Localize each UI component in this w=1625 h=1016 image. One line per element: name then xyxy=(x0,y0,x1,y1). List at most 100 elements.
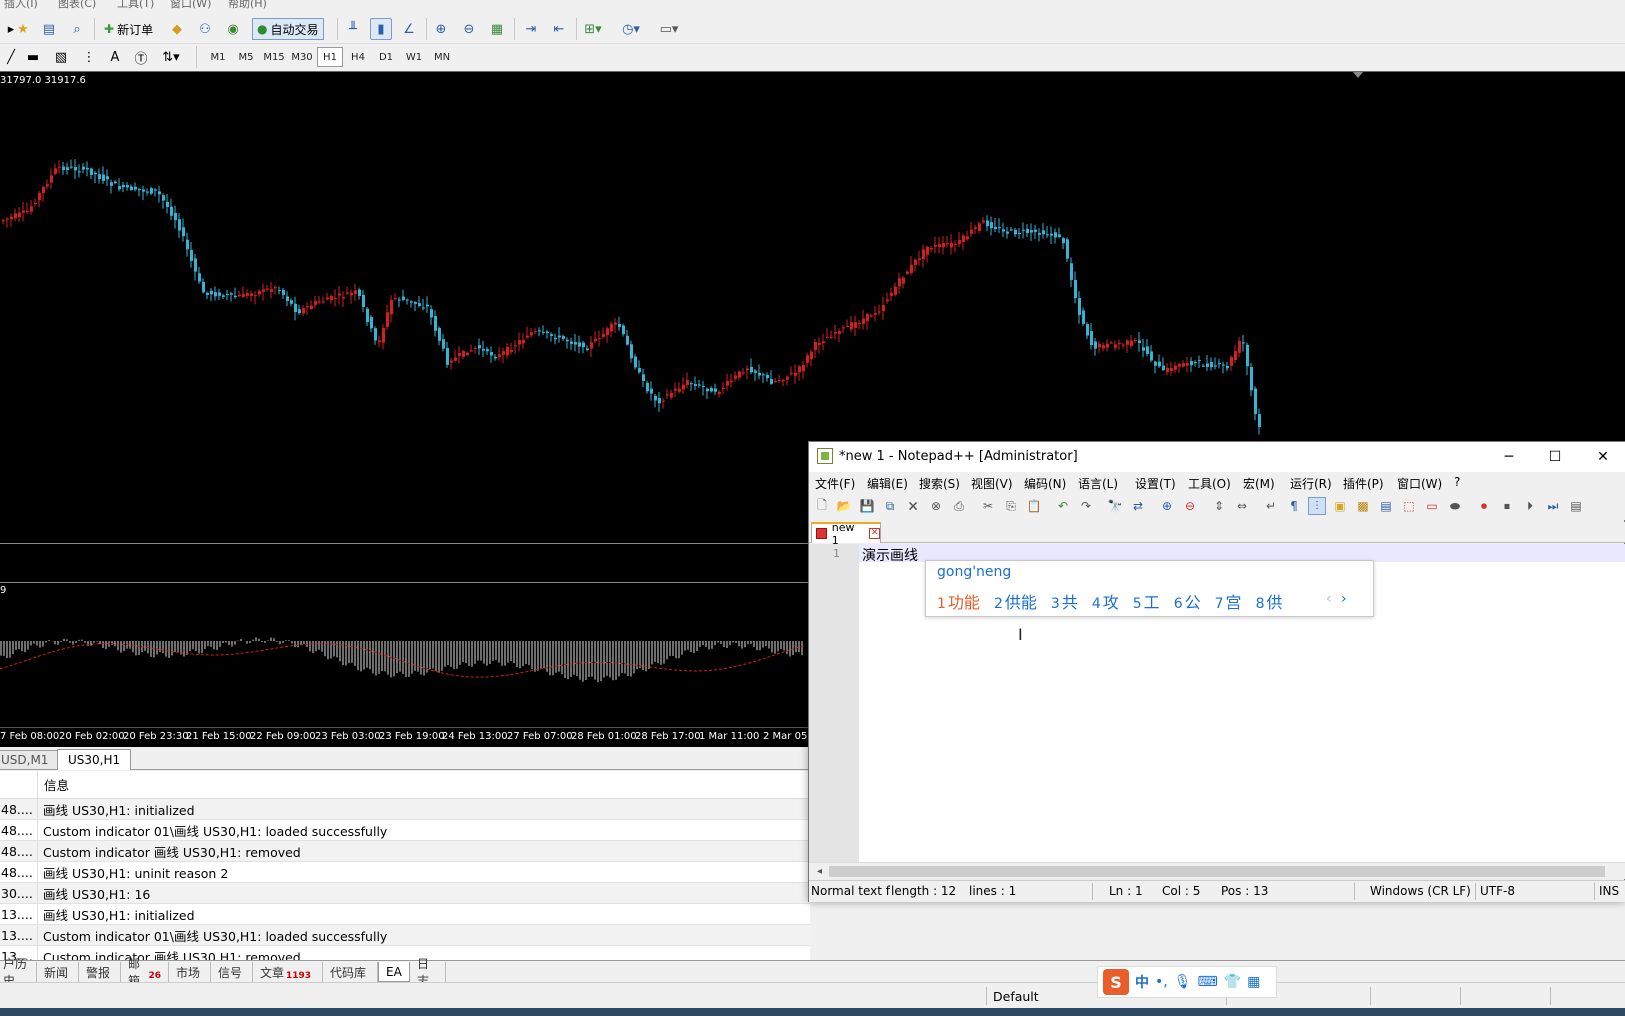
word-wrap-icon[interactable]: ↵ xyxy=(1262,497,1280,515)
bar-chart-icon[interactable]: ╨ xyxy=(342,18,364,40)
log-row[interactable]: 30.... 画线 US30,H1: 16 xyxy=(0,883,810,904)
prev-page-icon[interactable]: ‹ xyxy=(1326,591,1332,607)
save-macro-icon[interactable]: ▤ xyxy=(1567,497,1585,515)
terminal-tab[interactable]: 市场 xyxy=(169,962,211,982)
npp-menu-item[interactable]: ? xyxy=(1454,475,1460,489)
play-macro-icon[interactable]: ⏵ xyxy=(1521,497,1539,515)
npp-menu-item[interactable]: 插件(P) xyxy=(1343,475,1384,492)
redo-icon[interactable]: ↷ xyxy=(1077,497,1095,515)
next-page-icon[interactable]: › xyxy=(1341,591,1347,607)
scrollbar-thumb[interactable] xyxy=(829,866,1605,877)
udl-icon[interactable]: ▣ xyxy=(1331,497,1349,515)
chart-tab-usd-m1[interactable]: USD,M1 xyxy=(0,750,60,769)
paste-icon[interactable]: 📋 xyxy=(1025,497,1043,515)
disabled-icon[interactable]: ⬬ xyxy=(1446,497,1464,515)
menu-insert[interactable]: 插入(I) xyxy=(4,0,38,11)
print-icon[interactable]: ⎙ xyxy=(950,497,968,515)
metaeditor-icon[interactable]: ◆ xyxy=(166,18,188,40)
ime-candidate[interactable]: 2 供能 xyxy=(994,589,1037,613)
open-file-icon[interactable]: 📂 xyxy=(835,497,853,515)
autoscroll-icon[interactable]: ⇥ xyxy=(520,18,542,40)
terminal-tab[interactable]: 新闻 xyxy=(37,962,79,982)
stop-macro-icon[interactable]: ⏹ xyxy=(1498,497,1516,515)
tab-close-icon[interactable]: ✕ xyxy=(869,528,880,539)
menu-charts[interactable]: 图表(C) xyxy=(58,0,96,11)
keyboard-icon[interactable]: ⌨ xyxy=(1198,974,1218,990)
chart-shift-marker[interactable] xyxy=(1353,72,1363,78)
toolbox-grid-icon[interactable]: ▦ xyxy=(1247,974,1260,990)
run-macro-multiple-icon[interactable]: ⏭ xyxy=(1544,497,1562,515)
zoom-in-icon[interactable]: ⊕ xyxy=(430,18,452,40)
new-order-button[interactable]: ✚ 新订单 xyxy=(100,18,157,40)
terminal-tab[interactable]: 邮箱 26 xyxy=(121,957,169,988)
timeframe-h1-button[interactable]: H1 xyxy=(317,47,343,67)
ime-candidate[interactable]: 8供 xyxy=(1256,589,1283,613)
ime-candidate[interactable]: 6公 xyxy=(1174,589,1201,613)
text-tool-icon[interactable]: A xyxy=(104,46,126,68)
log-row[interactable]: 13.... Custom indicator 01\画线 US30,H1: lo… xyxy=(0,925,810,946)
chart-tab-us30-h1[interactable]: US30,H1 xyxy=(57,749,132,770)
log-row[interactable]: 48.... 画线 US30,H1: initialized xyxy=(0,799,810,820)
ime-toolbar[interactable]: S 中 •, 🎙 ⌨ 👕 ▦ xyxy=(1097,966,1277,998)
microphone-icon[interactable]: 🎙 xyxy=(1174,974,1192,990)
close-file-icon[interactable]: 🗙 xyxy=(904,497,922,515)
cut-icon[interactable]: ✂ xyxy=(979,497,997,515)
show-all-chars-icon[interactable]: ¶ xyxy=(1285,497,1303,515)
zoom-out-icon[interactable]: ⊖ xyxy=(458,18,480,40)
npp-menu-item[interactable]: 搜索(S) xyxy=(919,475,960,492)
npp-tab-new-1[interactable]: new 1 ✕ xyxy=(811,521,881,547)
text-label-tool-icon[interactable]: Ⓣ xyxy=(130,46,152,68)
npp-menu-item[interactable]: 宏(M) xyxy=(1243,475,1275,492)
navigator-icon[interactable]: ▤ xyxy=(38,18,60,40)
npp-menu-item[interactable]: 设置(T) xyxy=(1135,475,1176,492)
monitoring-icon[interactable]: ▭ xyxy=(1423,497,1441,515)
timeframe-w1-button[interactable]: W1 xyxy=(401,47,427,67)
record-macro-icon[interactable]: ⏺ xyxy=(1475,497,1493,515)
periods-icon[interactable]: ◷▾ xyxy=(620,18,642,40)
log-row[interactable]: 13.... Custom indicator 画线 US30,H1: remov… xyxy=(0,946,810,961)
save-all-icon[interactable]: ⧉ xyxy=(881,497,899,515)
ime-candidate[interactable]: 7宫 xyxy=(1215,589,1242,613)
terminal-tab[interactable]: 文章 1193 xyxy=(253,962,323,982)
terminal-tab[interactable]: 警报 xyxy=(79,962,121,982)
doc-map-icon[interactable]: ▩ xyxy=(1354,497,1372,515)
copy-icon[interactable]: ⎘ xyxy=(1002,497,1020,515)
npp-menu-item[interactable]: 编辑(E) xyxy=(867,475,908,492)
sync-horizontal-icon[interactable]: ⇔ xyxy=(1233,497,1251,515)
menu-tools[interactable]: 工具(T) xyxy=(117,0,154,11)
npp-menu-item[interactable]: 文件(F) xyxy=(815,475,855,492)
auto-trading-button[interactable]: ● 自动交易 xyxy=(252,18,324,40)
npp-title-bar[interactable]: *new 1 - Notepad++ [Administrator] ─ ☐ ✕ xyxy=(809,442,1625,472)
folder-workspace-icon[interactable]: ⬚ xyxy=(1400,497,1418,515)
find-icon[interactable]: 🔭 xyxy=(1106,497,1124,515)
maximize-icon[interactable]: ☐ xyxy=(1532,442,1578,472)
indicators-icon[interactable]: ⊞▾ xyxy=(582,18,604,40)
chart-shift-icon[interactable]: ⇤ xyxy=(548,18,570,40)
function-list-icon[interactable]: ▤ xyxy=(1377,497,1395,515)
ime-candidate[interactable]: 3共 xyxy=(1051,589,1078,613)
ime-punctuation-toggle[interactable]: •, xyxy=(1155,974,1168,990)
timeframe-h4-button[interactable]: H4 xyxy=(345,47,371,67)
timeframe-m15-button[interactable]: M15 xyxy=(261,47,287,67)
log-row[interactable]: 13.... 画线 US30,H1: initialized xyxy=(0,904,810,925)
npp-menu-item[interactable]: 编码(N) xyxy=(1024,475,1066,492)
zoom-out-icon[interactable]: ⊖ xyxy=(1181,497,1199,515)
editor-line-text[interactable]: 演示画线 xyxy=(862,545,918,565)
close-all-icon[interactable]: ⊗ xyxy=(927,497,945,515)
menu-help[interactable]: 帮助(H) xyxy=(228,0,267,11)
fibonacci-tool-icon[interactable]: ▧ xyxy=(50,46,72,68)
skin-shirt-icon[interactable]: 👕 xyxy=(1224,974,1241,990)
tile-windows-icon[interactable]: ▦ xyxy=(486,18,508,40)
npp-menu-item[interactable]: 工具(O) xyxy=(1188,475,1231,492)
channel-tool-icon[interactable]: ⋮ xyxy=(78,46,100,68)
ime-mode-toggle[interactable]: 中 xyxy=(1135,972,1149,992)
line-tool-icon[interactable]: ╱ xyxy=(0,46,22,68)
ime-candidate[interactable]: 4攻 xyxy=(1092,589,1119,613)
log-row[interactable]: 48.... 画线 US30,H1: uninit reason 2 xyxy=(0,862,810,883)
replace-icon[interactable]: ⇄ xyxy=(1129,497,1147,515)
candlestick-chart-icon[interactable]: ▮ xyxy=(370,18,392,40)
log-row[interactable]: 48.... Custom indicator 01\画线 US30,H1: lo… xyxy=(0,820,810,841)
sogou-logo-icon[interactable]: S xyxy=(1103,969,1129,995)
npp-menu-item[interactable]: 窗口(W) xyxy=(1397,475,1442,492)
ime-candidate[interactable]: 1 功能 xyxy=(937,589,980,613)
